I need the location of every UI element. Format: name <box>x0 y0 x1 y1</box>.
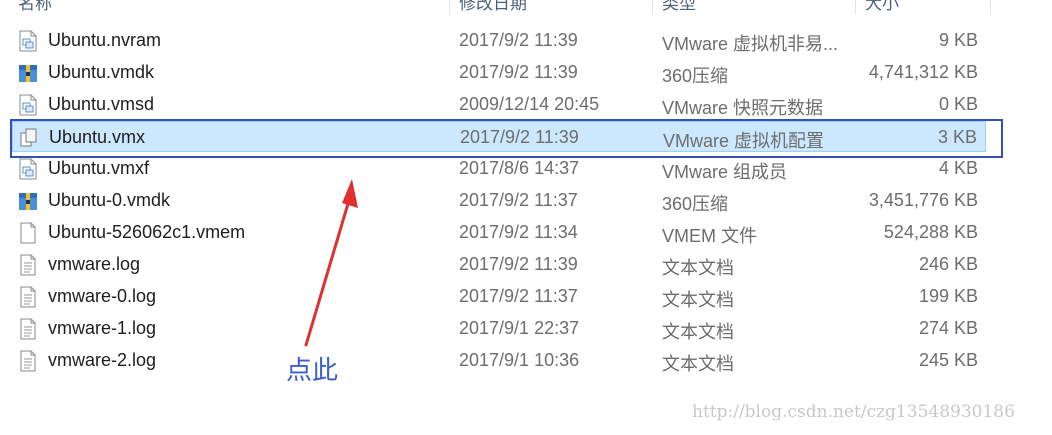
text-file-icon <box>18 318 38 340</box>
file-name: Ubuntu.nvram <box>48 30 162 50</box>
file-type: VMware 组成员 <box>662 162 788 182</box>
file-name: vmware-0.log <box>48 286 157 306</box>
vmware-file-icon <box>18 30 38 52</box>
file-date: 2017/9/2 11:37 <box>459 286 578 306</box>
file-date: 2017/9/2 11:39 <box>459 30 578 50</box>
file-name: vmware-2.log <box>48 350 157 370</box>
file-size: 246 KB <box>918 254 978 274</box>
file-name: Ubuntu-0.vmdk <box>48 190 171 210</box>
file-row[interactable]: vmware-0.log 2017/9/2 11:37 文本文档 199 KB <box>12 281 986 312</box>
file-type: 360压缩 <box>662 194 729 214</box>
column-separator[interactable] <box>449 0 450 14</box>
annotation-highlight-box <box>10 119 1003 158</box>
text-file-icon <box>18 254 38 276</box>
file-type: VMware 快照元数据 <box>662 98 824 118</box>
watermark: http://blog.csdn.net/czg13548930186 <box>692 402 1015 422</box>
column-header-date[interactable]: 修改日期 <box>459 0 527 14</box>
blank-file-icon <box>18 222 38 244</box>
file-date: 2017/9/2 11:37 <box>459 190 578 210</box>
file-size: 4,741,312 KB <box>868 62 978 82</box>
file-name: vmware.log <box>48 254 141 274</box>
file-date: 2017/8/6 14:37 <box>459 158 580 178</box>
file-name: Ubuntu-526062c1.vmem <box>48 222 246 242</box>
column-separator[interactable] <box>652 0 653 14</box>
file-size: 199 KB <box>918 286 978 306</box>
text-file-icon <box>18 350 38 372</box>
column-header-type[interactable]: 类型 <box>662 0 696 14</box>
file-type: 文本文档 <box>662 322 734 342</box>
column-separator[interactable] <box>855 0 856 14</box>
file-size: 524,288 KB <box>883 222 978 242</box>
file-row[interactable]: vmware.log 2017/9/2 11:39 文本文档 246 KB <box>12 249 986 280</box>
file-size: 0 KB <box>938 94 978 114</box>
file-type: VMware 虚拟机非易... <box>662 34 839 54</box>
file-date: 2017/9/2 11:39 <box>459 62 578 82</box>
file-name: Ubuntu.vmxf <box>48 158 150 178</box>
file-row[interactable]: Ubuntu-526062c1.vmem 2017/9/2 11:34 VMEM 文… <box>12 217 986 248</box>
file-type: 360压缩 <box>662 66 729 86</box>
column-header-size[interactable]: 大小 <box>865 0 899 14</box>
file-size: 274 KB <box>918 318 978 338</box>
file-row[interactable]: Ubuntu-0.vmdk 2017/9/2 11:37 360压缩 3,451,77… <box>12 185 986 216</box>
file-size: 3,451,776 KB <box>868 190 978 210</box>
vmware-file-icon <box>18 94 38 116</box>
file-row[interactable]: vmware-1.log 2017/9/1 22:37 文本文档 274 KB <box>12 313 986 344</box>
file-date: 2017/9/2 11:34 <box>459 222 578 242</box>
file-name: vmware-1.log <box>48 318 157 338</box>
file-size: 4 KB <box>938 158 978 178</box>
annotation-arrow <box>304 179 358 347</box>
archive-icon <box>18 62 38 84</box>
file-row[interactable]: vmware-2.log 2017/9/1 10:36 文本文档 245 KB <box>12 345 986 376</box>
text-file-icon <box>18 286 38 308</box>
archive-icon <box>18 190 38 212</box>
file-name: Ubuntu.vmdk <box>48 62 155 82</box>
file-type: VMEM 文件 <box>662 226 758 246</box>
annotation-label: 点此 <box>286 355 339 385</box>
column-header-name[interactable]: 名称 <box>18 0 52 14</box>
file-row[interactable]: Ubuntu.vmsd 2009/12/14 20:45 VMware 快照元数据 0… <box>12 89 986 120</box>
column-header-bar: 名称 修改日期 类型 大小 <box>0 0 1052 14</box>
file-size: 9 KB <box>938 30 978 50</box>
file-date: 2009/12/14 20:45 <box>459 94 600 114</box>
file-type: 文本文档 <box>662 258 734 278</box>
file-type: 文本文档 <box>662 290 734 310</box>
file-type: 文本文档 <box>662 354 734 374</box>
file-row[interactable]: Ubuntu.nvram 2017/9/2 11:39 VMware 虚拟机非易..… <box>12 25 986 56</box>
file-date: 2017/9/1 22:37 <box>459 318 580 338</box>
file-size: 245 KB <box>918 350 978 370</box>
vmware-file-icon <box>18 158 38 180</box>
file-name: Ubuntu.vmsd <box>48 94 155 114</box>
file-date: 2017/9/2 11:39 <box>459 254 578 274</box>
file-date: 2017/9/1 10:36 <box>459 350 580 370</box>
file-row[interactable]: Ubuntu.vmdk 2017/9/2 11:39 360压缩 4,741,312 … <box>12 57 986 88</box>
column-separator[interactable] <box>990 0 991 14</box>
